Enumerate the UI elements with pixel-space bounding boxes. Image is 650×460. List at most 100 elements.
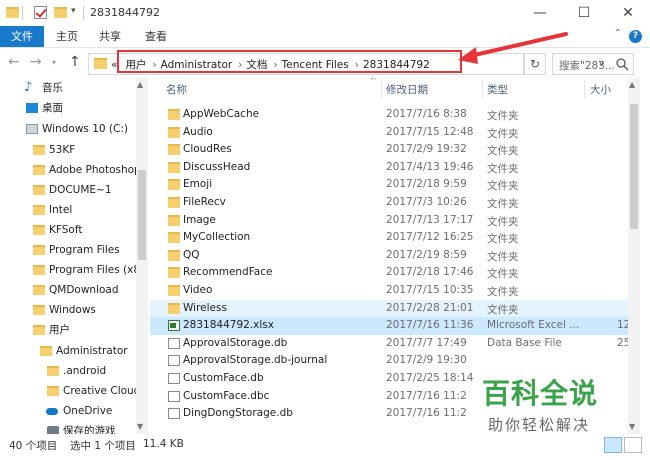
tab-share[interactable]: 共享 — [93, 26, 127, 47]
table-row[interactable]: MyCollection 2017/7/12 16:25 文件夹 — [150, 229, 628, 247]
folder-icon — [168, 161, 180, 173]
up-arrow-icon[interactable]: ↑ — [69, 54, 81, 70]
cell-date: 2017/7/15 10:35 — [386, 284, 474, 296]
sidebar-item-label: 音乐 — [42, 82, 63, 94]
column-header-name[interactable]: 名称 — [166, 82, 187, 97]
scroll-down-icon[interactable]: ▼ — [629, 422, 635, 431]
folder-icon — [47, 366, 59, 376]
file-list-scrollbar-thumb[interactable] — [630, 104, 638, 229]
sidebar-item-label: 桌面 — [42, 102, 63, 114]
folder-icon — [168, 249, 180, 261]
divider[interactable] — [482, 80, 483, 98]
cell-name: ApprovalStorage.db — [183, 336, 288, 349]
cell-date: 2017/4/13 19:46 — [386, 160, 474, 173]
table-row[interactable]: AppWebCache 2017/7/16 8:38 文件夹 — [150, 106, 628, 124]
folder-icon — [168, 214, 180, 226]
cell-date: 2017/7/12 16:25 — [386, 231, 474, 244]
folder-icon — [168, 197, 180, 208]
large-icons-view-button[interactable] — [624, 437, 642, 453]
details-view-button[interactable] — [604, 437, 622, 453]
cell-name: RecommendFace — [183, 266, 273, 279]
table-row[interactable]: QQ 2017/2/19 8:59 文件夹 — [150, 247, 628, 265]
table-row[interactable]: 2831844792.xlsx 2017/7/16 11:36 Microsoft … — [150, 317, 628, 335]
quick-access-dropdown-icon[interactable]: ▾ — [71, 6, 76, 16]
red-arrow-annotation — [458, 32, 568, 64]
table-row[interactable]: FileRecv 2017/7/3 10:26 文件夹 — [150, 194, 628, 212]
sidebar-item-label: 用户 — [49, 324, 70, 336]
tab-home[interactable]: 主页 — [50, 26, 84, 47]
cell-type: 文件夹 — [487, 268, 519, 281]
table-row[interactable]: DiscussHead 2017/4/13 19:46 文件夹 — [150, 159, 628, 177]
cell-name: Emoji — [183, 178, 213, 191]
file-icon — [168, 373, 180, 384]
sidebar-item-label: QMDownload — [49, 284, 119, 296]
cell-type: 文件夹 — [487, 180, 519, 193]
table-row[interactable]: Emoji 2017/2/18 9:59 文件夹 — [150, 176, 628, 194]
divider[interactable] — [381, 80, 382, 98]
cell-name: 2831844792.xlsx — [183, 319, 274, 332]
cell-name: CloudRes — [183, 143, 232, 156]
sidebar-item-label: Creative Cloud — [63, 385, 141, 397]
folder-icon — [168, 267, 180, 279]
column-header-type[interactable]: 类型 — [487, 82, 508, 97]
cell-name: Audio — [183, 125, 213, 138]
table-row[interactable]: Wireless 2017/2/28 21:01 文件夹 — [150, 299, 628, 318]
selection-size: 11.4 KB — [143, 438, 184, 450]
cell-date: 2017/7/16 11:2 — [386, 407, 467, 420]
divider[interactable] — [584, 80, 585, 98]
maximize-button[interactable]: ☐ — [564, 0, 604, 26]
back-arrow-icon[interactable]: ← — [8, 54, 20, 70]
forward-arrow-icon[interactable]: → — [30, 54, 42, 70]
scroll-up-icon[interactable]: ▲ — [629, 80, 635, 89]
file-icon — [168, 408, 180, 420]
cell-date: 2017/7/16 8:38 — [386, 108, 467, 120]
selection-count: 选中 1 个项目 — [70, 440, 136, 452]
sidebar-scrollbar-thumb[interactable] — [138, 170, 146, 260]
cell-name: DiscussHead — [183, 160, 251, 173]
scroll-down-icon[interactable]: ▼ — [137, 422, 143, 431]
table-row[interactable]: Video 2017/7/15 10:35 文件夹 — [150, 282, 628, 300]
watermark-logo-text: 百科全说 — [482, 377, 599, 410]
sidebar-item-label: Intel — [49, 204, 73, 216]
onedrive-icon — [46, 408, 58, 415]
excel-file-icon — [168, 320, 180, 332]
table-row[interactable]: Audio 2017/7/15 12:48 文件夹 — [150, 124, 628, 142]
search-icon[interactable] — [615, 57, 629, 71]
highlight-annotation — [117, 50, 462, 73]
cell-date: 2017/2/9 19:32 — [386, 143, 467, 156]
column-header-date[interactable]: 修改日期 — [386, 82, 428, 97]
minimize-button[interactable]: — — [520, 0, 560, 26]
table-row[interactable]: ApprovalStorage.db 2017/7/7 17:49 Data Bas… — [150, 335, 628, 353]
cell-type: 文件夹 — [487, 286, 519, 298]
close-button[interactable]: ✕ — [608, 0, 648, 26]
cell-type: 文件夹 — [487, 198, 519, 210]
cell-date: 2017/2/19 8:59 — [386, 248, 467, 261]
new-folder-icon[interactable] — [54, 7, 67, 18]
scroll-up-icon[interactable]: ▲ — [137, 80, 143, 89]
folder-icon — [33, 245, 45, 255]
tab-file[interactable]: 文件 — [0, 26, 44, 47]
cell-name: Video — [183, 284, 213, 296]
tab-view[interactable]: 查看 — [139, 26, 173, 47]
help-icon[interactable]: ? — [629, 30, 642, 43]
table-row[interactable]: CloudRes 2017/2/9 19:32 文件夹 — [150, 141, 628, 159]
table-row[interactable]: ApprovalStorage.db-journal 2017/2/9 19:30 — [150, 352, 628, 370]
table-row[interactable]: Image 2017/7/13 17:17 文件夹 — [150, 212, 628, 230]
title-bar: ▾ 2831844792 — ☐ ✕ — [0, 0, 650, 28]
cell-date: 2017/7/16 11:2 — [386, 389, 467, 402]
folder-icon — [168, 232, 180, 244]
cell-size: 12 — [617, 319, 628, 332]
status-bar: 40 个项目 选中 1 个项目 11.4 KB — [0, 434, 650, 460]
recent-locations-icon[interactable]: ▾ — [52, 58, 56, 67]
table-row[interactable]: RecommendFace 2017/2/18 17:46 文件夹 — [150, 264, 628, 282]
cell-name: MyCollection — [183, 231, 251, 244]
folder-icon — [33, 265, 45, 275]
sidebar-item-label: Administrator — [56, 345, 128, 357]
sidebar-item-label: 保存的游戏 — [63, 425, 116, 434]
chevron-up-icon[interactable]: ⌃ — [614, 28, 622, 39]
sidebar-item-label: Program Files (x8 — [49, 264, 141, 276]
cell-date: 2017/2/18 17:46 — [386, 266, 474, 279]
column-header-size[interactable]: 大小 — [590, 82, 611, 97]
cell-date: 2017/2/18 9:59 — [386, 178, 467, 191]
properties-icon[interactable] — [34, 6, 47, 19]
